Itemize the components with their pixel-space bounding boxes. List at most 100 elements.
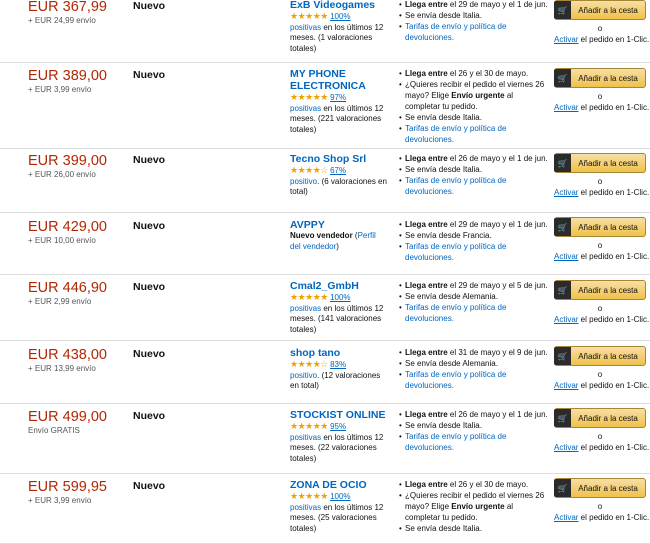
cart-icon: 🛒 bbox=[554, 1, 571, 19]
delivery-bold: Llega entre bbox=[405, 69, 448, 78]
rating-percent-link[interactable]: 95% bbox=[330, 422, 346, 431]
offer-price: EUR 367,99 bbox=[28, 0, 107, 15]
add-to-cart-button[interactable]: 🛒 Añadir a la cesta bbox=[554, 346, 646, 366]
delivery-line: Llega entre el 29 de mayo y el 1 de jun. bbox=[399, 219, 549, 230]
offer-row: EUR 499,00 Envío GRATIS Nuevo STOCKIST ONLI… bbox=[0, 403, 650, 474]
one-click-text: el pedido en 1-Clic. bbox=[578, 381, 650, 390]
one-click-line: Activar el pedido en 1-Clic. bbox=[554, 188, 649, 197]
rating-percent-link[interactable]: 100% bbox=[330, 293, 350, 302]
shipping-policy-link[interactable]: Tarifas de envío y política de devolucio… bbox=[405, 242, 506, 262]
buy-box: 🛒 Añadir a la cesta o Activar el pedido en … bbox=[554, 280, 650, 324]
delivery-text: el 26 y el 30 de mayo. bbox=[447, 69, 529, 78]
delivery-text: el 29 de mayo y el 5 de jun. bbox=[447, 281, 548, 290]
add-to-cart-button[interactable]: 🛒 Añadir a la cesta bbox=[554, 217, 646, 237]
shipping-policy-link[interactable]: Tarifas de envío y política de devolucio… bbox=[405, 370, 506, 390]
rating-stars-icon: ★★★★★ bbox=[290, 292, 328, 302]
seller-name-link[interactable]: Tecno Shop Srl bbox=[290, 153, 388, 165]
cart-icon: 🛒 bbox=[554, 479, 571, 497]
delivery-text: Se envía desde Alemania. bbox=[405, 292, 498, 301]
seller-name-link[interactable]: ExB Videogames bbox=[290, 0, 388, 11]
rating-percent-link[interactable]: 100% bbox=[330, 12, 350, 21]
activate-one-click-link[interactable]: Activar bbox=[554, 315, 578, 324]
delivery-info: Llega entre el 26 y el 30 de mayo.¿Quier… bbox=[399, 68, 549, 145]
seller-name-link[interactable]: ZONA DE OCIO bbox=[290, 479, 388, 491]
add-to-cart-button[interactable]: 🛒 Añadir a la cesta bbox=[554, 68, 646, 88]
rating-positive-link[interactable]: positivo bbox=[290, 177, 317, 186]
one-click-text: el pedido en 1-Clic. bbox=[578, 315, 650, 324]
delivery-text: Se envía desde Alemania. bbox=[405, 359, 498, 368]
offer-shipping-cost: Envío GRATIS bbox=[28, 426, 80, 435]
offer-condition: Nuevo bbox=[133, 410, 166, 422]
delivery-bold: Llega entre bbox=[405, 348, 448, 357]
offer-condition: Nuevo bbox=[133, 220, 166, 232]
seller-rating: ★★★★★ 100% positivas en los últimos 12 me… bbox=[290, 292, 388, 335]
activate-one-click-link[interactable]: Activar bbox=[554, 35, 578, 44]
add-to-cart-label: Añadir a la cesta bbox=[578, 73, 638, 83]
offer-shipping-cost: + EUR 3,99 envío bbox=[28, 496, 92, 505]
rating-percent-link[interactable]: 100% bbox=[330, 492, 350, 501]
buy-box: 🛒 Añadir a la cesta o Activar el pedido en … bbox=[554, 478, 649, 522]
one-click-line: Activar el pedido en 1-Clic. bbox=[554, 35, 650, 44]
rating-positive-link[interactable]: positivas bbox=[290, 503, 321, 512]
seller-info: ZONA DE OCIO ★★★★★ 100% positivas en los ú… bbox=[290, 479, 388, 534]
seller-rating: ★★★★☆ 67% positivo. (6 valoraciones en to… bbox=[290, 165, 388, 198]
rating-stars-icon: ★★★★★ bbox=[290, 491, 328, 501]
delivery-text: Se envía desde Francia. bbox=[405, 231, 492, 240]
one-click-text: el pedido en 1-Clic. bbox=[578, 35, 650, 44]
shipping-policy-link[interactable]: Tarifas de envío y política de devolucio… bbox=[405, 124, 506, 144]
seller-info: MY PHONE ELECTRONICA ★★★★★ 97% positivas e… bbox=[290, 68, 388, 135]
add-to-cart-button[interactable]: 🛒 Añadir a la cesta bbox=[554, 478, 646, 498]
buy-box: 🛒 Añadir a la cesta o Activar el pedido en … bbox=[554, 0, 650, 44]
add-to-cart-button[interactable]: 🛒 Añadir a la cesta bbox=[554, 280, 646, 300]
cart-icon: 🛒 bbox=[554, 281, 571, 299]
delivery-line: Llega entre el 29 de mayo y el 1 de jun. bbox=[399, 0, 549, 10]
delivery-text: Se envía desde Italia. bbox=[405, 421, 482, 430]
offer-row: EUR 438,00 + EUR 13,99 envío Nuevo shop tan… bbox=[0, 340, 650, 404]
cart-icon: 🛒 bbox=[554, 69, 571, 87]
delivery-text: Se envía desde Italia. bbox=[405, 11, 482, 20]
new-seller-label: Nuevo vendedor bbox=[290, 231, 353, 240]
delivery-bold: Llega entre bbox=[405, 154, 448, 163]
activate-one-click-link[interactable]: Activar bbox=[554, 252, 578, 261]
rating-positive-link[interactable]: positivas bbox=[290, 104, 321, 113]
rating-positive-link[interactable]: positivas bbox=[290, 23, 321, 32]
or-separator: o bbox=[597, 432, 603, 441]
shipping-policy-link[interactable]: Tarifas de envío y política de devolucio… bbox=[405, 22, 506, 42]
seller-name-link[interactable]: STOCKIST ONLINE bbox=[290, 409, 388, 421]
rating-percent-link[interactable]: 67% bbox=[330, 166, 346, 175]
activate-one-click-link[interactable]: Activar bbox=[554, 188, 578, 197]
delivery-info: Llega entre el 26 de mayo y el 1 de jun.… bbox=[399, 409, 549, 453]
rating-positive-link[interactable]: positivo bbox=[290, 371, 317, 380]
shipping-policy-link[interactable]: Tarifas de envío y política de devolucio… bbox=[405, 176, 506, 196]
rating-percent-link[interactable]: 97% bbox=[330, 93, 346, 102]
seller-name-link[interactable]: Cmal2_GmbH bbox=[290, 280, 388, 292]
seller-name-link[interactable]: MY PHONE ELECTRONICA bbox=[290, 68, 388, 92]
seller-name-link[interactable]: shop tano bbox=[290, 347, 388, 359]
delivery-line: Tarifas de envío y política de devolucio… bbox=[399, 369, 549, 391]
activate-one-click-link[interactable]: Activar bbox=[554, 443, 578, 452]
one-click-text: el pedido en 1-Clic. bbox=[578, 103, 650, 112]
delivery-text: el 29 de mayo y el 1 de jun. bbox=[447, 220, 548, 229]
shipping-policy-link[interactable]: Tarifas de envío y política de devolucio… bbox=[405, 303, 506, 323]
add-to-cart-button[interactable]: 🛒 Añadir a la cesta bbox=[554, 0, 646, 20]
or-separator: o bbox=[597, 92, 603, 101]
offer-condition: Nuevo bbox=[133, 281, 166, 293]
rating-positive-link[interactable]: positivas bbox=[290, 304, 321, 313]
rating-percent-link[interactable]: 83% bbox=[330, 360, 346, 369]
offer-row: EUR 429,00 + EUR 10,00 envío Nuevo AVPPY Nue… bbox=[0, 212, 650, 275]
one-click-line: Activar el pedido en 1-Clic. bbox=[554, 315, 650, 324]
rating-stars-icon: ★★★★★ bbox=[290, 92, 328, 102]
delivery-text: el 26 de mayo y el 1 de jun. bbox=[447, 410, 548, 419]
one-click-line: Activar el pedido en 1-Clic. bbox=[554, 103, 650, 112]
rating-positive-link[interactable]: positivas bbox=[290, 433, 321, 442]
seller-name-link[interactable]: AVPPY bbox=[290, 219, 388, 231]
activate-one-click-link[interactable]: Activar bbox=[554, 103, 578, 112]
activate-one-click-link[interactable]: Activar bbox=[554, 513, 578, 522]
or-separator: o bbox=[597, 24, 603, 33]
add-to-cart-button[interactable]: 🛒 Añadir a la cesta bbox=[554, 153, 646, 173]
shipping-policy-link[interactable]: Tarifas de envío y política de devolucio… bbox=[405, 432, 506, 452]
activate-one-click-link[interactable]: Activar bbox=[554, 381, 578, 390]
add-to-cart-button[interactable]: 🛒 Añadir a la cesta bbox=[554, 408, 646, 428]
add-to-cart-label: Añadir a la cesta bbox=[578, 413, 638, 423]
delivery-line: Se envía desde Italia. bbox=[399, 112, 549, 123]
